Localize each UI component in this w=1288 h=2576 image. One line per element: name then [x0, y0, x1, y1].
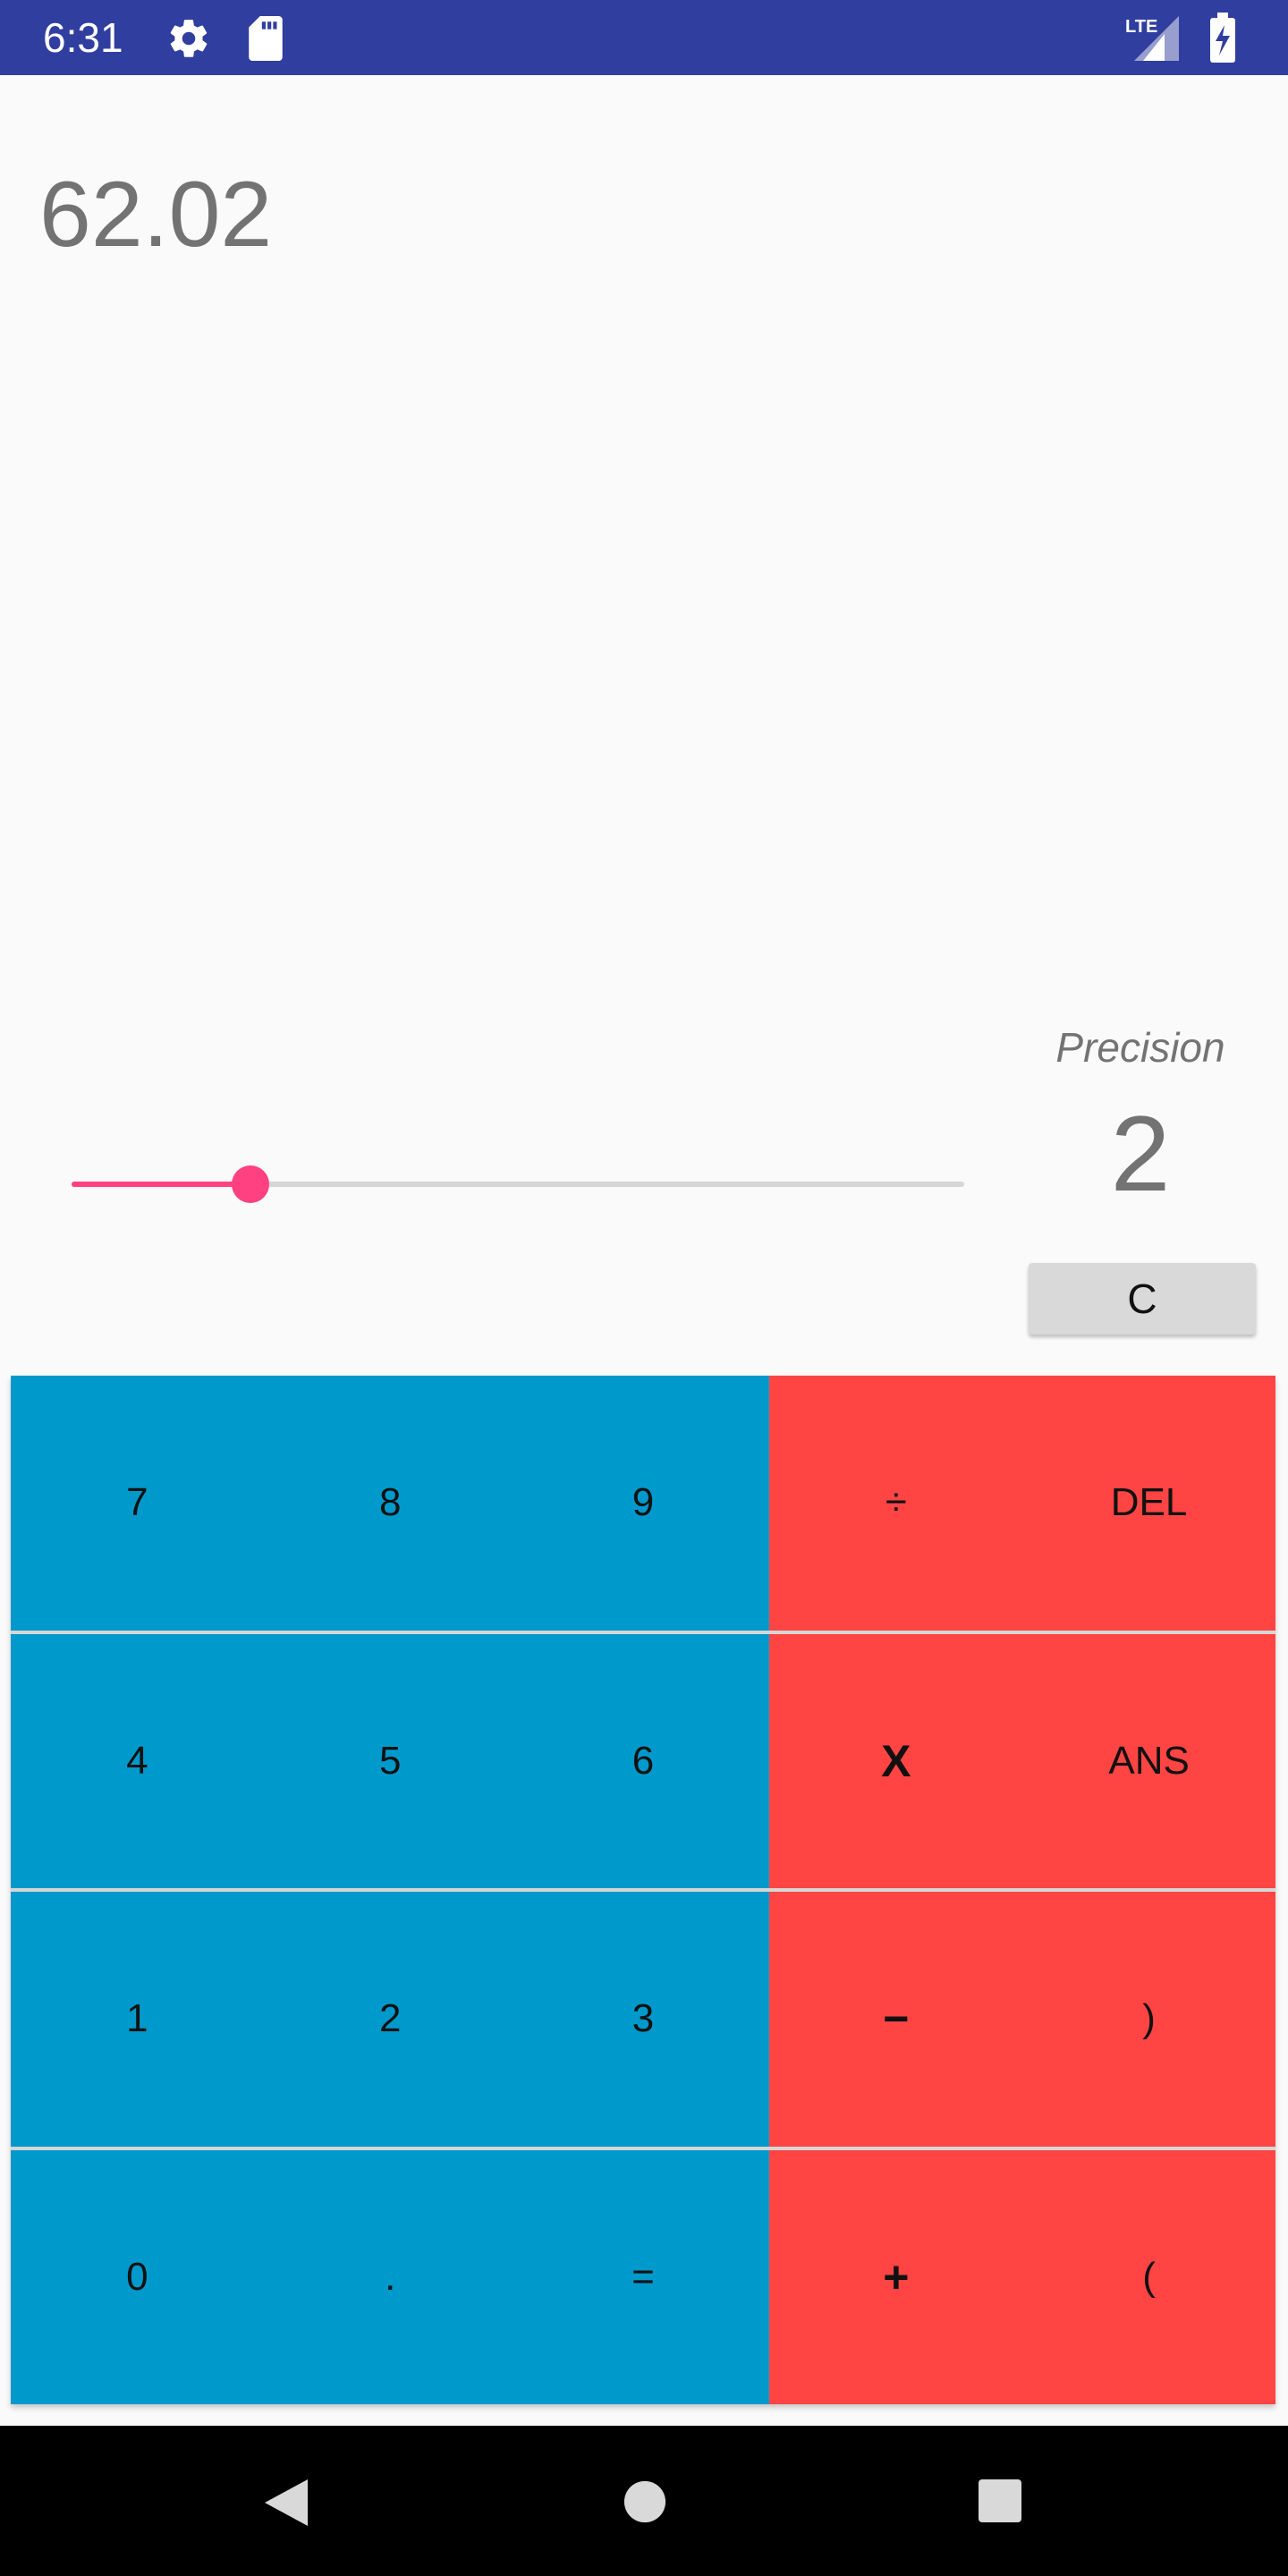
- key-3[interactable]: 3: [516, 1892, 770, 2147]
- multiply-button[interactable]: X: [769, 1633, 1023, 1888]
- key-2[interactable]: 2: [263, 1892, 517, 2147]
- close-paren-button[interactable]: ): [1022, 1892, 1275, 2147]
- recents-icon[interactable]: [977, 2478, 1023, 2524]
- sd-card-icon: [249, 16, 283, 61]
- lte-signal-icon: LTE: [1125, 16, 1179, 61]
- precision-label: Precision: [1055, 1024, 1225, 1071]
- subtract-button[interactable]: −: [769, 1892, 1023, 2147]
- back-icon[interactable]: [261, 2476, 311, 2529]
- precision-slider-fill: [72, 1182, 250, 1187]
- add-button[interactable]: +: [769, 2149, 1023, 2404]
- clear-button[interactable]: C: [1029, 1263, 1256, 1335]
- network-label: LTE: [1125, 17, 1157, 37]
- result-display: 62.02: [39, 163, 273, 267]
- battery-charging-icon: [1210, 13, 1235, 63]
- keypad: 7 8 9 ÷ DEL 4 5 6 X ANS 1 2 3 − ) 0 . = …: [11, 1376, 1275, 2404]
- key-9[interactable]: 9: [516, 1376, 770, 1631]
- key-5[interactable]: 5: [263, 1633, 517, 1888]
- divide-button[interactable]: ÷: [769, 1376, 1023, 1631]
- key-4[interactable]: 4: [11, 1633, 264, 1888]
- gear-icon: [170, 20, 208, 57]
- key-0[interactable]: 0: [11, 2149, 264, 2404]
- key-8[interactable]: 8: [263, 1376, 517, 1631]
- precision-slider-thumb[interactable]: [231, 1165, 269, 1203]
- open-paren-button[interactable]: (: [1022, 2149, 1275, 2404]
- home-icon[interactable]: [623, 2479, 667, 2524]
- delete-button[interactable]: DEL: [1022, 1376, 1275, 1631]
- key-7[interactable]: 7: [11, 1376, 264, 1631]
- status-time: 6:31: [43, 14, 123, 61]
- key-6[interactable]: 6: [516, 1633, 770, 1888]
- key-1[interactable]: 1: [11, 1892, 264, 2147]
- precision-slider[interactable]: [72, 1165, 964, 1203]
- answer-button[interactable]: ANS: [1022, 1633, 1275, 1888]
- decimal-button[interactable]: .: [263, 2149, 517, 2404]
- equals-button[interactable]: =: [516, 2149, 770, 2404]
- status-bar: 6:31 LTE: [0, 0, 1288, 75]
- precision-value: 2: [1110, 1094, 1171, 1214]
